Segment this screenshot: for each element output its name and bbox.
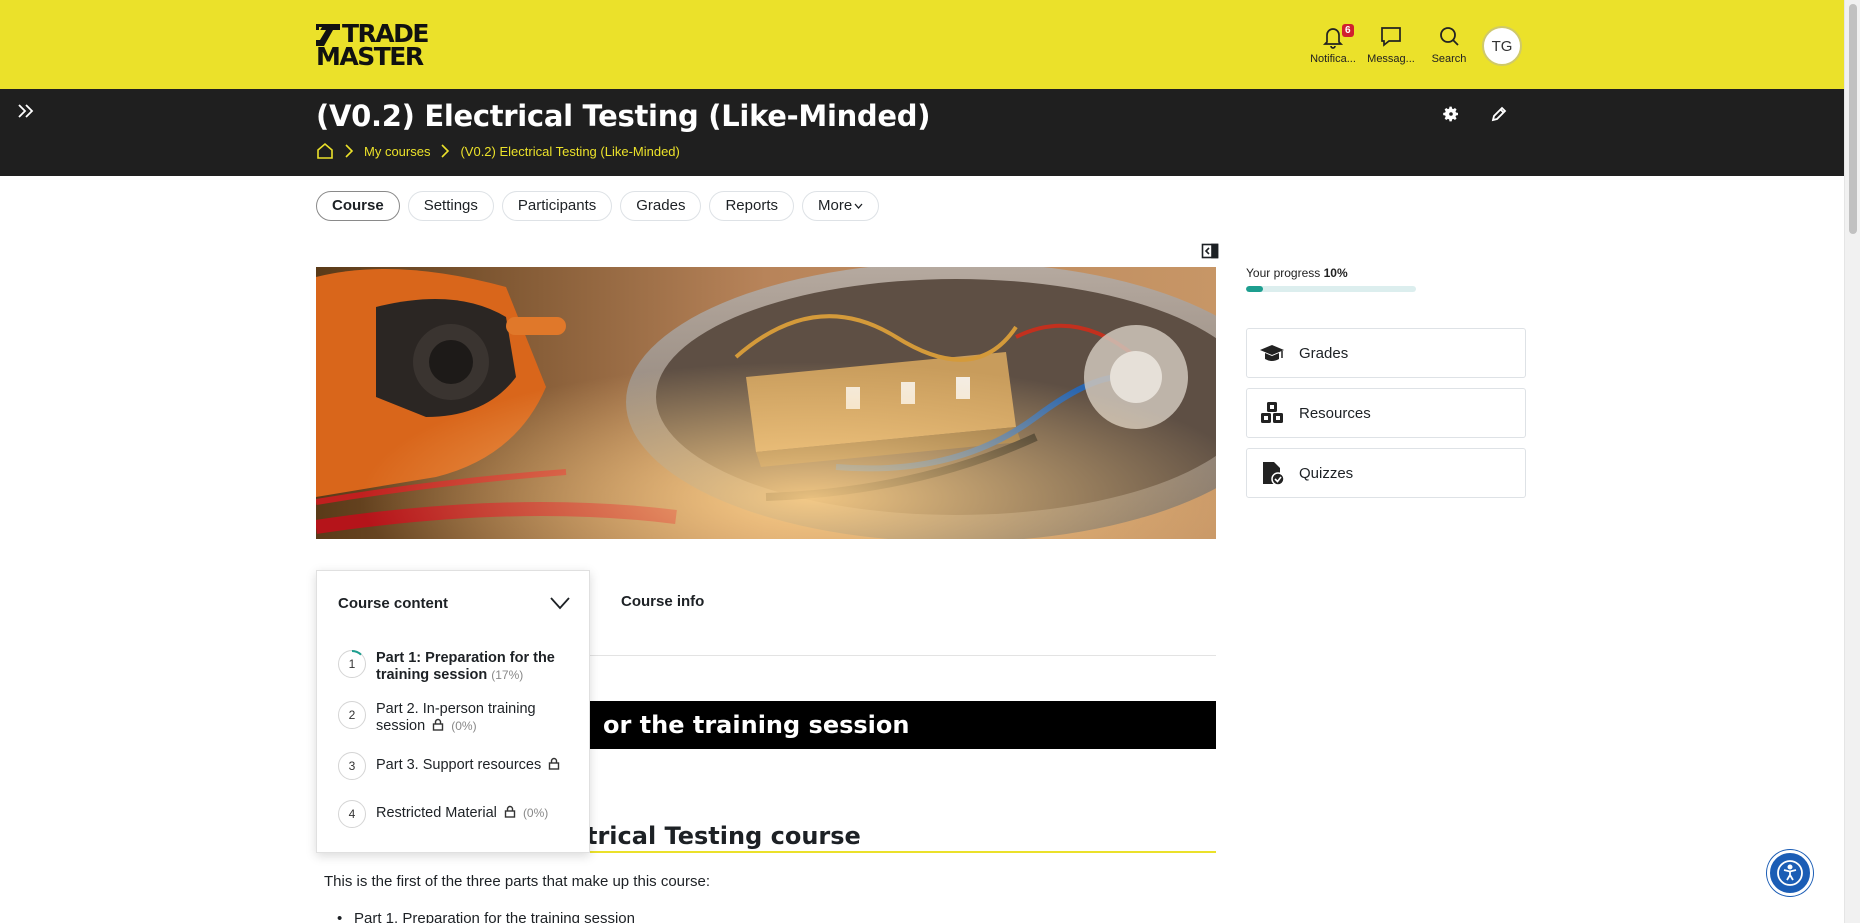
- search-label: Search: [1431, 53, 1467, 65]
- section-percent: (0%): [451, 719, 477, 733]
- tab-grades[interactable]: Grades: [620, 191, 702, 221]
- gear-icon[interactable]: [1442, 105, 1460, 123]
- quicklink-grades[interactable]: Grades: [1246, 328, 1526, 378]
- section-number-circle: 2: [338, 701, 366, 729]
- chevron-down-icon[interactable]: [549, 595, 571, 611]
- open-drawer-icon[interactable]: [16, 101, 36, 121]
- notifications-label: Notifica...: [1310, 53, 1356, 65]
- messages-label: Messag...: [1367, 53, 1415, 65]
- messages-button[interactable]: Messag...: [1362, 24, 1420, 65]
- tab-more[interactable]: More: [802, 191, 880, 221]
- quicklink-quizzes-label: Quizzes: [1299, 464, 1354, 482]
- course-content-title[interactable]: Course content: [338, 595, 448, 612]
- accessibility-icon: [1777, 860, 1803, 886]
- progress-label: Your progress: [1246, 266, 1321, 280]
- chevron-down-icon: [854, 203, 863, 209]
- breadcrumb-my-courses[interactable]: My courses: [364, 144, 430, 159]
- quick-links: Grades Resources Quizzes: [1246, 328, 1526, 508]
- section-item-2[interactable]: 2 Part 2. In-person training session (0%…: [338, 701, 556, 735]
- section-percent: (17%): [491, 668, 524, 682]
- section-percent: (0%): [522, 806, 549, 820]
- home-icon[interactable]: [316, 142, 334, 160]
- search-icon: [1440, 27, 1459, 46]
- course-header: (V0.2) Electrical Testing (Like-Minded) …: [0, 89, 1844, 176]
- progress-bar-fill: [1246, 286, 1263, 292]
- tab-course-info[interactable]: Course info: [621, 593, 704, 610]
- course-page: TRADE MASTER 6 Notifica... Messag... Sea…: [0, 0, 1860, 923]
- lock-icon: [549, 757, 560, 770]
- block-drawer-toggle-icon[interactable]: [1201, 242, 1219, 260]
- notifications-button[interactable]: 6 Notifica...: [1304, 24, 1362, 65]
- tab-participants[interactable]: Participants: [501, 191, 613, 221]
- course-progress: Your progress 10%: [1246, 266, 1416, 292]
- lock-icon: [433, 718, 444, 731]
- list-item: Part 1. Preparation for the training ses…: [337, 910, 635, 923]
- edit-pencil-icon[interactable]: [1490, 105, 1508, 123]
- quicklink-grades-label: Grades: [1299, 344, 1349, 362]
- section-item-4[interactable]: 4 Restricted Material (0%): [338, 800, 548, 828]
- quicklink-resources-label: Resources: [1299, 404, 1371, 422]
- content-subheading-text: trical Testing course: [586, 822, 861, 850]
- section-label: Part 1: Preparation for the training ses…: [376, 650, 555, 683]
- chevron-right-icon: [345, 144, 354, 158]
- top-navbar: TRADE MASTER 6 Notifica... Messag... Sea…: [0, 0, 1844, 89]
- tab-more-label: More: [818, 197, 853, 214]
- section-label: Restricted Material: [376, 805, 497, 821]
- progress-value: 10%: [1323, 266, 1348, 280]
- search-button[interactable]: Search: [1420, 24, 1478, 65]
- section-heading: or the training session: [603, 711, 910, 739]
- electrical-device-illustration: [316, 267, 1216, 539]
- secondary-navigation: Course Settings Participants Grades Repo…: [316, 191, 880, 221]
- quicklink-resources[interactable]: Resources: [1246, 388, 1526, 438]
- progress-ring-icon: [351, 650, 362, 656]
- user-avatar[interactable]: TG: [1482, 26, 1522, 66]
- logo-text-line2: MASTER: [316, 42, 424, 71]
- section-number-circle: 4: [338, 800, 366, 828]
- intro-paragraph: This is the first of the three parts tha…: [324, 873, 711, 890]
- tab-reports[interactable]: Reports: [709, 191, 794, 221]
- page-title: (V0.2) Electrical Testing (Like-Minded): [316, 99, 931, 133]
- section-item-1[interactable]: 1 Part 1: Preparation for the training s…: [338, 650, 576, 684]
- section-label: Part 3. Support resources: [376, 757, 542, 773]
- section-number: 3: [348, 759, 356, 773]
- breadcrumb: My courses (V0.2) Electrical Testing (Li…: [316, 142, 680, 160]
- course-banner-image: [316, 267, 1216, 539]
- progress-text: Your progress 10%: [1246, 266, 1416, 280]
- chevron-right-icon: [441, 144, 450, 158]
- trademaster-logo[interactable]: TRADE MASTER: [316, 21, 429, 71]
- cubes-icon: [1261, 402, 1283, 423]
- section-number: 4: [348, 807, 356, 821]
- quiz-file-icon: [1263, 462, 1285, 486]
- tab-course[interactable]: Course: [316, 191, 400, 221]
- section-number-circle: 1: [338, 650, 366, 678]
- quicklink-quizzes[interactable]: Quizzes: [1246, 448, 1526, 498]
- page-scrollbar[interactable]: [1844, 0, 1860, 923]
- notification-count-badge: 6: [1342, 24, 1354, 37]
- graduation-cap-icon: [1260, 345, 1284, 361]
- breadcrumb-current-course[interactable]: (V0.2) Electrical Testing (Like-Minded): [460, 144, 679, 159]
- tab-settings[interactable]: Settings: [407, 191, 494, 221]
- progress-bar: [1246, 286, 1416, 292]
- accessibility-button[interactable]: [1767, 850, 1813, 896]
- section-number-circle: 3: [338, 752, 366, 780]
- lock-icon: [504, 805, 516, 818]
- course-content-dropdown: Course content 1 Part 1: Preparation for…: [316, 570, 590, 853]
- section-item-3[interactable]: 3 Part 3. Support resources: [338, 752, 563, 780]
- section-number: 2: [348, 708, 356, 722]
- chat-icon: [1381, 27, 1401, 47]
- scrollbar-thumb[interactable]: [1849, 4, 1857, 234]
